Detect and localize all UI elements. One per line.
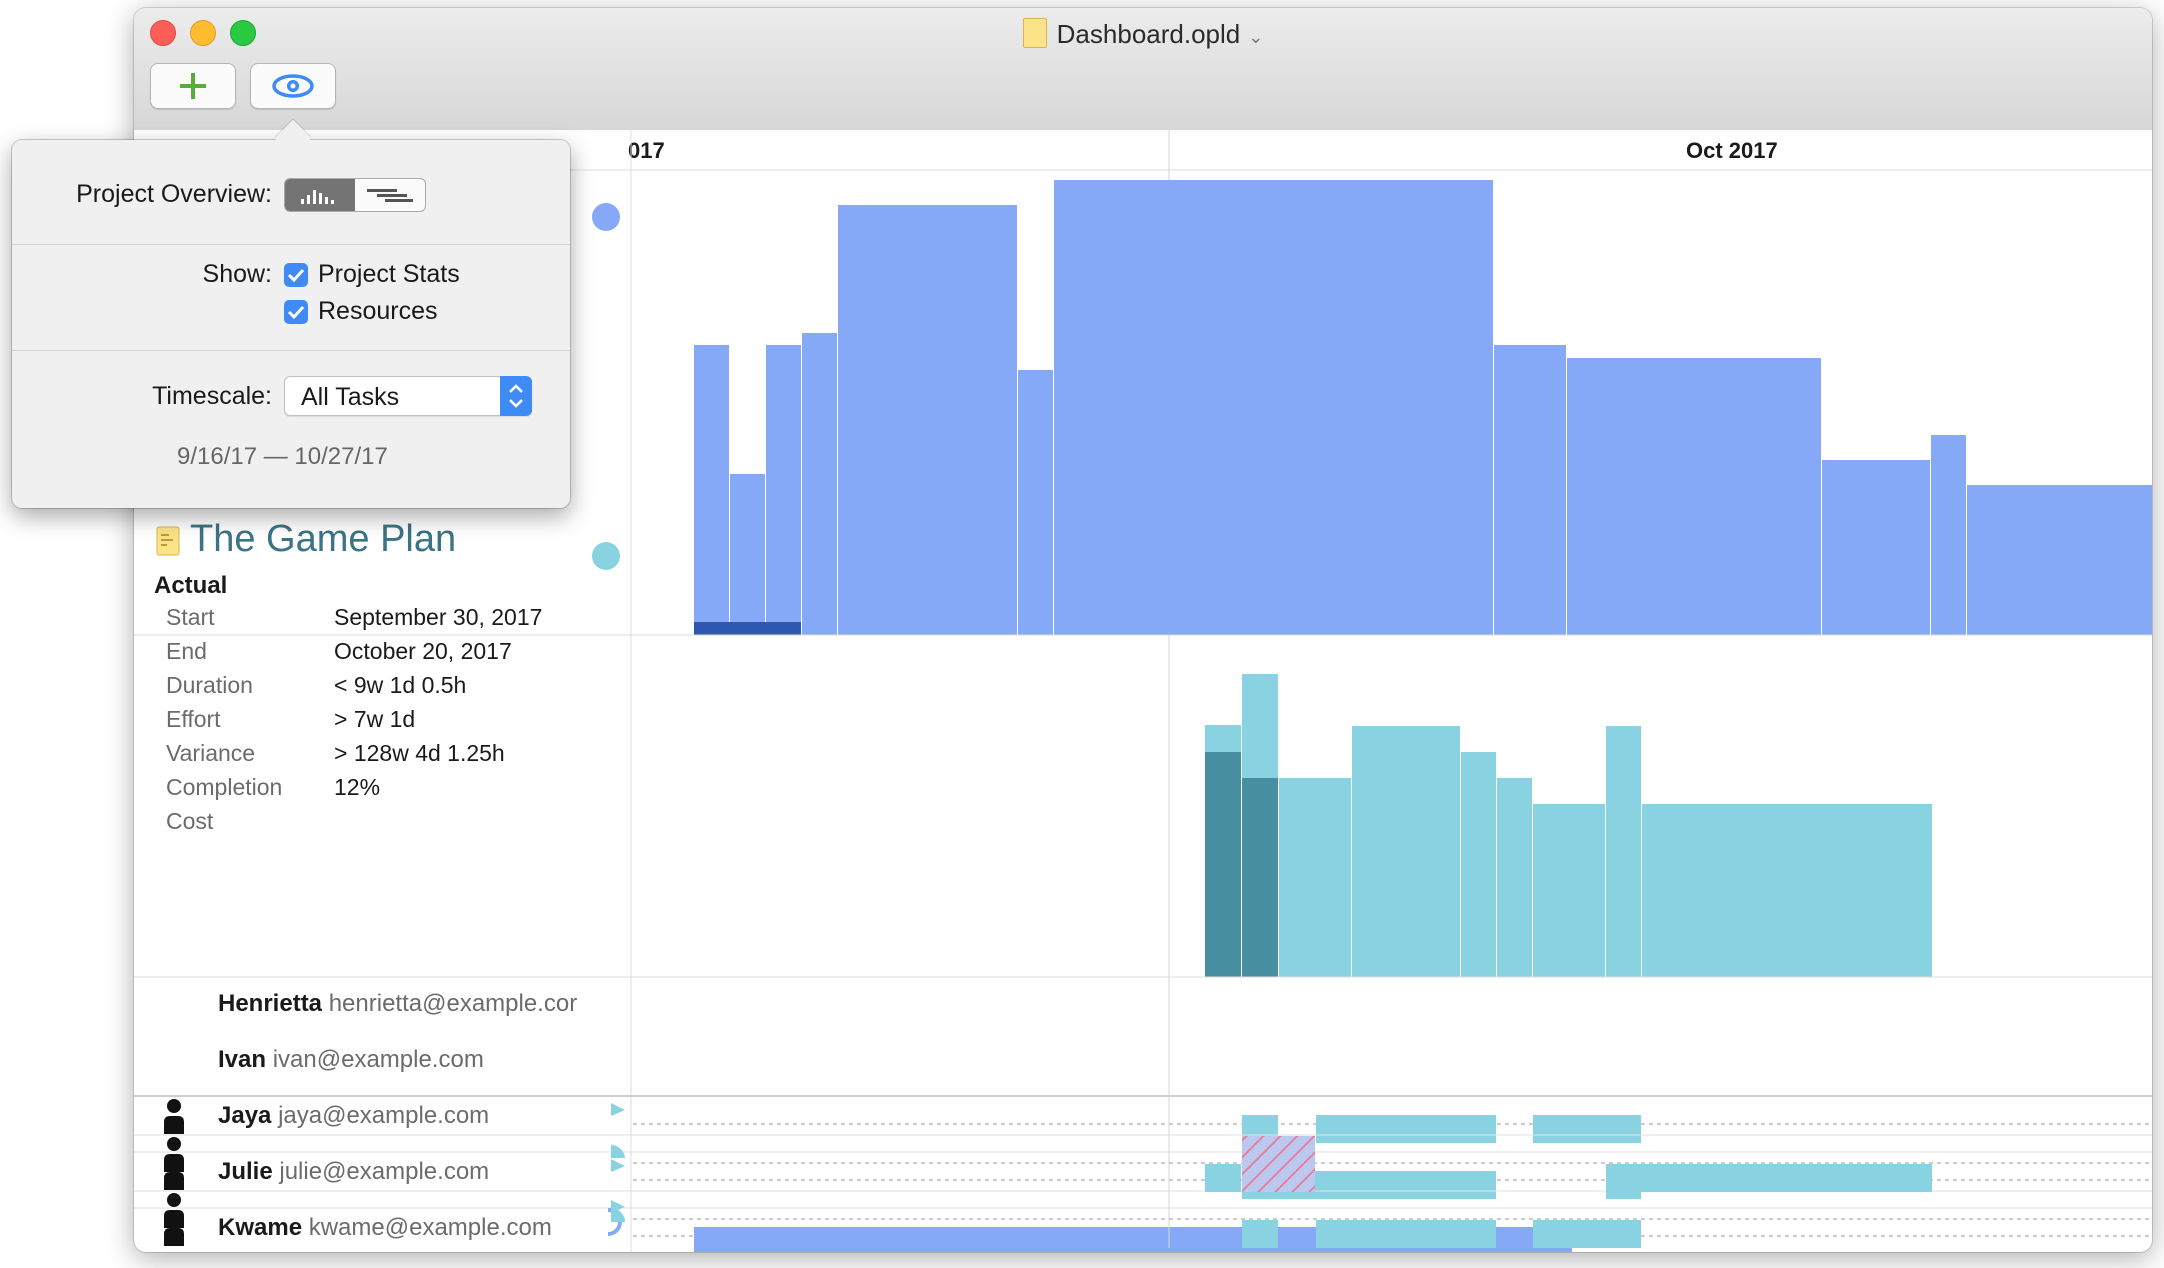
document-name: Dashboard.opld [1056, 19, 1241, 49]
chevron-down-icon: ⌄ [1248, 27, 1264, 47]
stat-value-effort: > 7w 1d [334, 706, 416, 732]
resource-email: henrietta@example.cor [328, 990, 578, 1017]
resource-rows-lower [134, 1110, 2152, 1248]
stats-section-heading: Actual [154, 572, 228, 599]
select-stepper[interactable] [500, 376, 532, 416]
gantt-lines-icon[interactable] [355, 179, 425, 211]
eye-icon [272, 74, 314, 98]
stat-label-start: Start [166, 604, 215, 630]
show-label: Show: [202, 260, 272, 288]
overview-mode-segmented-control[interactable] [284, 178, 426, 212]
stat-value-completion: 12% [334, 774, 381, 800]
project-color-dot-blue [592, 203, 620, 231]
histogram-icon [301, 190, 334, 204]
workload-bar [1054, 180, 1493, 635]
segment-histogram[interactable] [285, 179, 355, 211]
view-options-popover: Project Overview: Show: Project Stats Re… [12, 119, 570, 508]
completed-work-bar [694, 622, 801, 635]
add-button[interactable] [150, 63, 236, 109]
project-stats-label[interactable]: Project Stats [318, 260, 460, 289]
allocation-bar [1316, 1220, 1496, 1248]
resources-label[interactable]: Resources [318, 297, 438, 326]
project-workload-chart [1205, 674, 1932, 977]
resource-email: ivan@example.com [272, 1046, 484, 1073]
stat-label-cost: Cost [166, 808, 214, 834]
project-document-icon [156, 526, 180, 556]
resources-checkbox[interactable] [284, 300, 308, 324]
workload-bar [1352, 726, 1460, 977]
resource-row-henrietta[interactable]: Henrietta henrietta@example.cor [218, 990, 577, 1018]
up-down-chevron-icon [509, 384, 523, 408]
stat-value-duration: < 9w 1d 0.5h [334, 672, 467, 698]
workload-bar [1494, 345, 1566, 635]
workload-bar [1822, 460, 1930, 635]
month-label-prev: 017 [628, 138, 665, 163]
allocation-bar [1533, 1220, 1641, 1248]
workload-bar [1279, 778, 1351, 977]
allocation-flag-icon [611, 1145, 625, 1158]
workload-bar [838, 205, 1017, 635]
resource-row-ivan[interactable]: Ivan ivan@example.com [218, 1046, 484, 1074]
stat-label-duration: Duration [166, 672, 253, 698]
allocation-bar [1205, 1164, 1241, 1192]
stat-label-completion: Completion [166, 774, 283, 800]
window-title[interactable]: Dashboard.opld ⌄ [134, 18, 2152, 50]
workload-bar [1018, 370, 1053, 635]
workload-bar [1606, 726, 1641, 977]
workload-bar [802, 333, 837, 635]
workload-bar [1567, 358, 1821, 635]
workload-bar [1642, 804, 1932, 977]
person-icon [164, 1193, 184, 1228]
workload-bar [1497, 778, 1532, 977]
resource-name: Henrietta [218, 990, 323, 1017]
project-title[interactable]: The Game Plan [190, 518, 456, 561]
resource-name: Ivan [218, 1046, 267, 1073]
project-stats-checkbox[interactable] [284, 263, 308, 287]
completed-work-bar [1205, 752, 1241, 977]
timescale-value: All Tasks [301, 383, 400, 411]
workload-bar [1461, 752, 1496, 977]
project-color-dot-teal [592, 542, 620, 570]
document-icon [1022, 18, 1047, 48]
view-options-button[interactable] [250, 63, 336, 109]
stat-label-variance: Variance [166, 740, 256, 766]
workload-bar [1533, 804, 1605, 977]
plus-icon [180, 73, 206, 99]
allocation-flag-icon [611, 1200, 625, 1213]
workload-bar [766, 345, 801, 635]
allocation-bar [1606, 1164, 1932, 1192]
overview-workload-chart [694, 180, 2152, 635]
checkmark-icon [287, 305, 305, 320]
stat-label-effort: Effort [166, 706, 221, 732]
timescale-date-range: 9/16/17 — 10/27/17 [177, 443, 388, 470]
timescale-select[interactable]: All Tasks [284, 376, 532, 416]
stat-value-variance: > 128w 4d 1.25h [334, 740, 505, 766]
stat-label-end: End [166, 638, 207, 664]
title-bar: Dashboard.opld ⌄ [134, 8, 2152, 131]
overallocation-bar [1242, 1136, 1315, 1192]
stat-value-end: October 20, 2017 [334, 638, 512, 664]
person-icon [164, 1137, 184, 1172]
workload-bar [1967, 485, 2152, 635]
workload-bar [1931, 435, 1966, 635]
month-label-oct: Oct 2017 [1686, 138, 1778, 163]
timescale-label: Timescale: [152, 382, 272, 410]
workload-bar [694, 345, 729, 635]
completed-work-bar [1242, 778, 1278, 977]
allocation-bar [1242, 1220, 1278, 1248]
workload-bar [730, 474, 765, 635]
stat-value-start: September 30, 2017 [334, 604, 543, 630]
checkmark-icon [287, 268, 305, 283]
project-overview-label: Project Overview: [76, 180, 272, 208]
